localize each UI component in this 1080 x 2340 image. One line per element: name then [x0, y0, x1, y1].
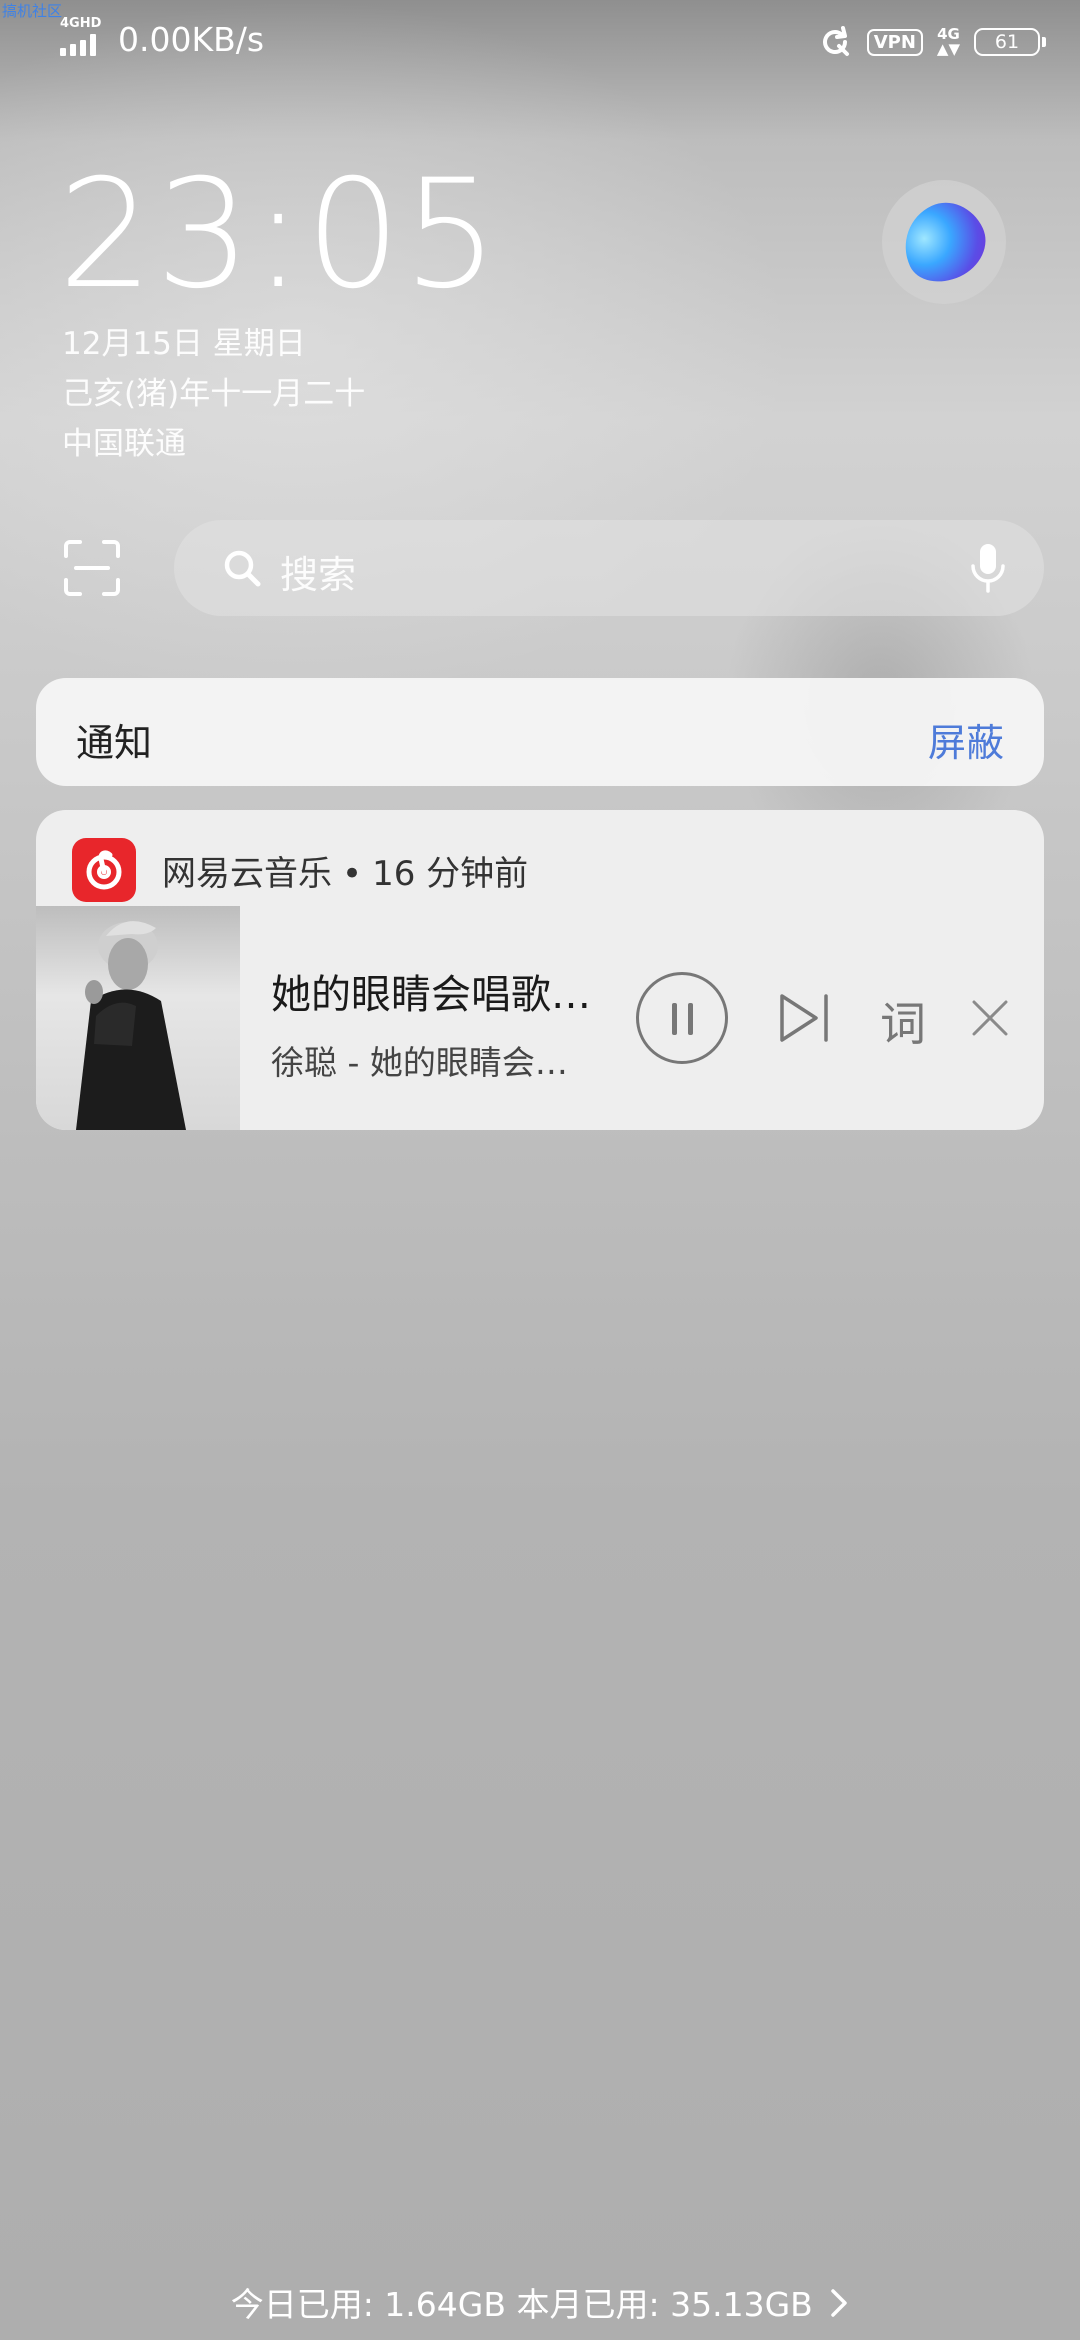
data-usage-footer[interactable]: 今日已用: 1.64GB 本月已用: 35.13GB	[0, 2278, 1080, 2326]
song-subtitle: 徐聪 - 她的眼睛会…	[271, 1043, 568, 1082]
close-icon[interactable]	[970, 998, 1010, 1038]
battery-icon: 61	[974, 28, 1046, 56]
notification-app-line: 网易云音乐 • 16 分钟前	[162, 846, 528, 895]
lte-indicator: 4G ▲▼	[936, 25, 960, 58]
notification-time: 16 分钟前	[372, 854, 529, 894]
notification-header: 通知 屏蔽	[36, 678, 1044, 786]
lyrics-button[interactable]: 词	[880, 988, 926, 1054]
search-input[interactable]: 搜索	[280, 544, 356, 599]
netease-music-icon	[72, 838, 136, 902]
assistant-button[interactable]	[882, 180, 1006, 304]
network-speed: 0.00KB/s	[118, 20, 265, 59]
album-art	[36, 906, 240, 1130]
lunar-date-text: 己亥(猪)年十一月二十	[62, 376, 366, 412]
pause-icon[interactable]	[636, 972, 728, 1064]
status-bar: 4GHD 0.00KB/s VPN 4G ▲▼ 61	[0, 0, 1080, 80]
vpn-badge: VPN	[866, 28, 923, 56]
data-usage-text: 今日已用: 1.64GB 本月已用: 35.13GB	[230, 2285, 813, 2324]
song-title: 她的眼睛会唱歌…	[271, 972, 591, 1018]
network-type-label: 4GHD	[60, 16, 102, 31]
chevron-right-icon	[831, 2289, 848, 2317]
mic-icon[interactable]	[968, 542, 1008, 594]
separator-dot: •	[342, 854, 363, 894]
carrier-text: 中国联通	[62, 426, 186, 462]
app-name: 网易云音乐	[162, 854, 332, 894]
date-text: 12月15日 星期日	[62, 326, 306, 362]
rotation-lock-icon	[822, 26, 849, 56]
search-icon	[224, 550, 261, 587]
block-button[interactable]: 屏蔽	[928, 712, 1004, 767]
signal-icon: 4GHD	[58, 16, 108, 60]
battery-level: 61	[994, 31, 1020, 53]
next-track-icon[interactable]	[776, 990, 832, 1046]
assistant-orb-icon	[890, 190, 998, 294]
clock-time: 23:05	[58, 148, 501, 322]
music-notification[interactable]: 网易云音乐 • 16 分钟前 她的眼睛会唱歌… 徐聪 - 她的眼睛会… 词	[36, 810, 1044, 1130]
scan-icon[interactable]	[64, 540, 120, 596]
search-bar[interactable]: 搜索	[174, 520, 1044, 616]
notification-title: 通知	[76, 721, 153, 765]
